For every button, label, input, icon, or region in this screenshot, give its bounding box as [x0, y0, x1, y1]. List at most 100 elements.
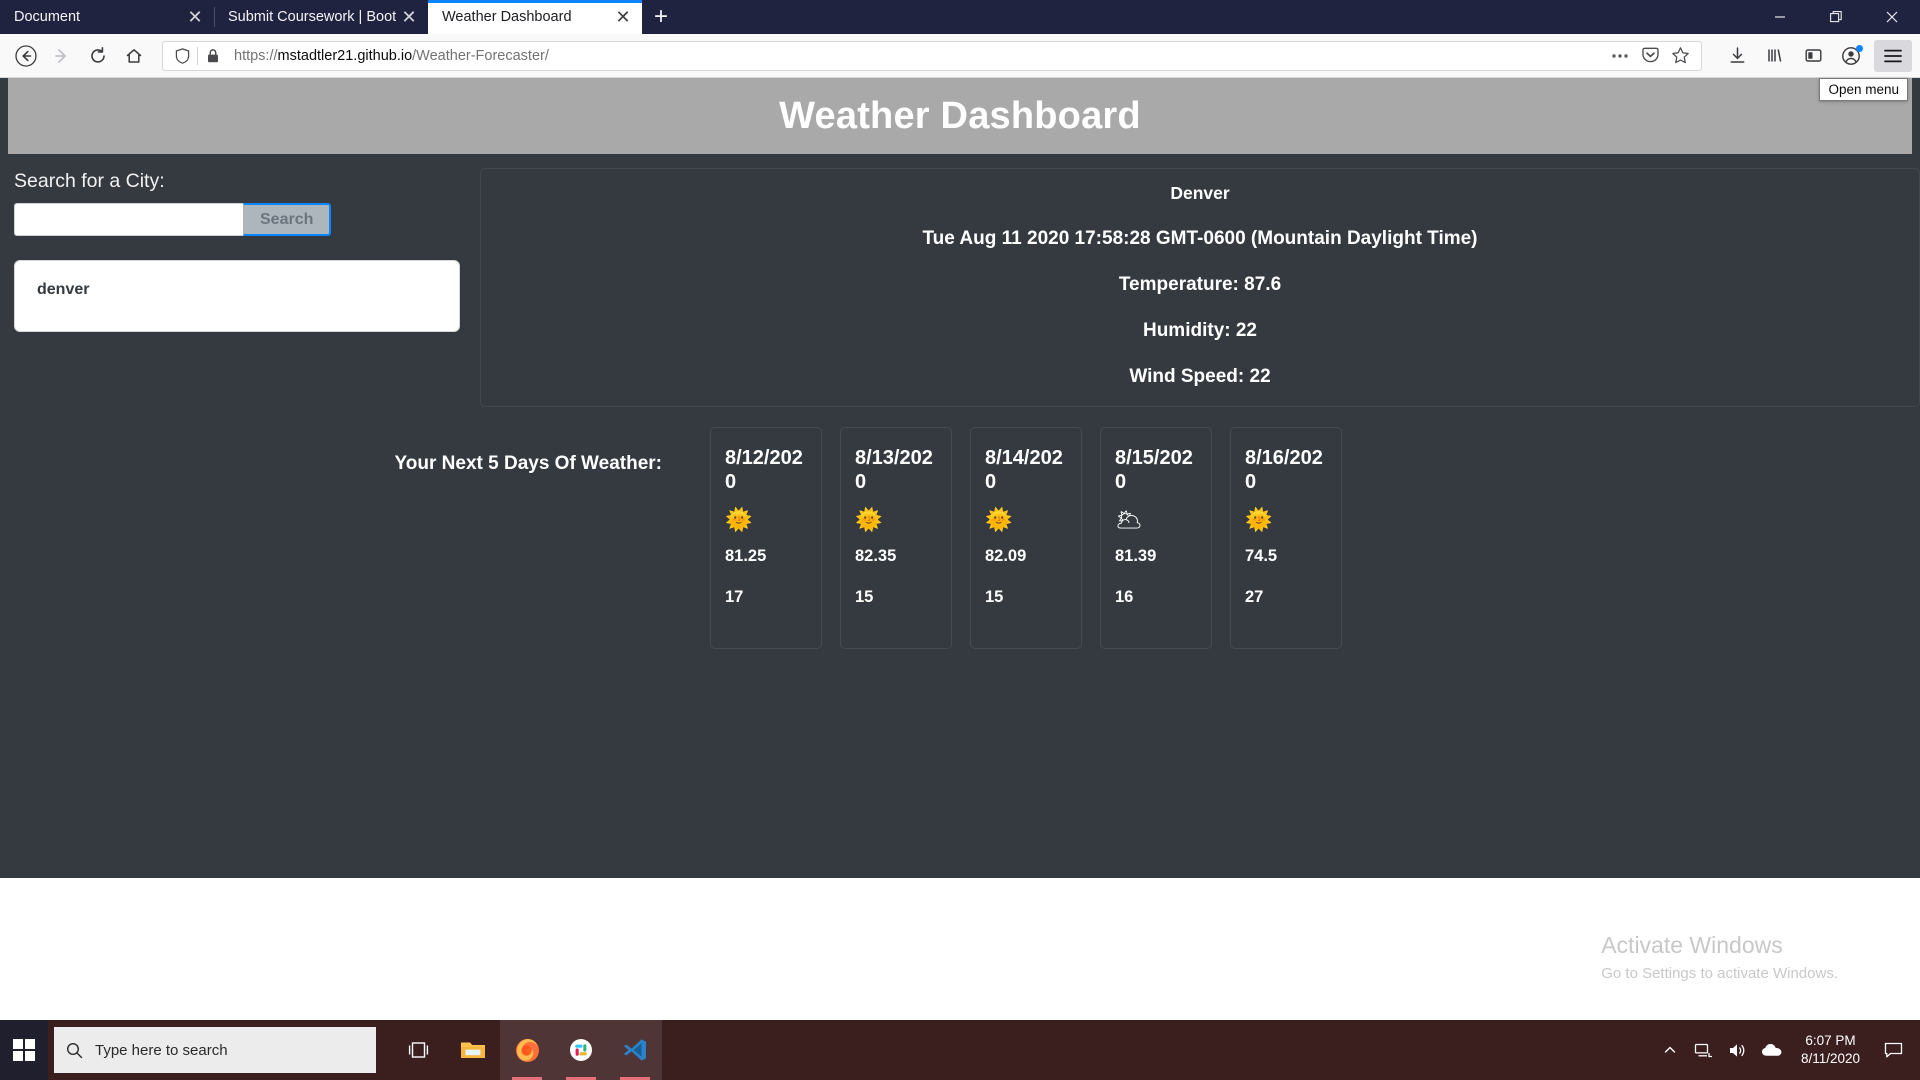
- watermark-title: Activate Windows: [1601, 932, 1783, 959]
- search-input[interactable]: [14, 203, 244, 236]
- tab-label: Weather Dashboard: [442, 9, 572, 25]
- tab-close-icon[interactable]: ✕: [610, 4, 636, 30]
- forecast-temperature: 81.25: [725, 546, 767, 565]
- taskbar-clock[interactable]: 6:07 PM 8/11/2020: [1789, 1032, 1872, 1068]
- url-host: mstadtler21.github.io: [277, 47, 413, 64]
- browser-tab-document[interactable]: Document ✕: [0, 0, 214, 34]
- watermark-subtitle: Go to Settings to activate Windows.: [1601, 965, 1838, 982]
- action-center-icon[interactable]: [1872, 1020, 1914, 1080]
- task-view-icon[interactable]: [392, 1020, 446, 1080]
- back-button-icon[interactable]: [8, 39, 44, 73]
- forecast-temperature: 74.5: [1245, 546, 1278, 565]
- browser-toolbar-right: [1718, 39, 1912, 73]
- file-explorer-icon[interactable]: [446, 1020, 500, 1080]
- search-icon: [66, 1042, 83, 1059]
- forecast-card: 8/14/2020 🌞 82.09 15: [970, 427, 1082, 649]
- open-menu-tooltip: Open menu: [1819, 78, 1908, 101]
- volume-icon[interactable]: [1721, 1020, 1755, 1080]
- sidebar-icon[interactable]: [1794, 39, 1832, 73]
- minimize-button[interactable]: [1752, 0, 1808, 34]
- new-tab-button[interactable]: +: [642, 0, 680, 34]
- tab-strip: Document ✕ Submit Coursework | Bootcamp …: [0, 0, 680, 34]
- page-title: Weather Dashboard: [779, 94, 1141, 137]
- download-icon[interactable]: [1718, 39, 1756, 73]
- page-viewport: Weather Dashboard Search for a City: Sea…: [0, 78, 1920, 1020]
- clock-time: 6:07 PM: [1805, 1032, 1856, 1048]
- taskbar-app-icons: [392, 1020, 662, 1080]
- weather-app-root: Weather Dashboard Search for a City: Sea…: [0, 78, 1920, 878]
- firefox-icon[interactable]: [500, 1020, 554, 1080]
- slack-icon[interactable]: [554, 1020, 608, 1080]
- cloud-icon: 🌥: [1115, 506, 1143, 532]
- library-icon[interactable]: [1756, 39, 1794, 73]
- hamburger-menu-icon[interactable]: [1874, 39, 1912, 72]
- home-button-icon[interactable]: [116, 39, 152, 73]
- forecast-date: 8/16/2020: [1245, 447, 1323, 494]
- forecast-temperature: 82.35: [855, 546, 897, 565]
- vscode-icon[interactable]: [608, 1020, 662, 1080]
- account-icon[interactable]: [1832, 39, 1870, 73]
- taskbar-search-box[interactable]: Type here to search: [54, 1027, 376, 1073]
- bookmark-star-icon[interactable]: [1665, 39, 1695, 73]
- shield-icon[interactable]: [169, 47, 195, 64]
- forecast-date: 8/13/2020: [855, 447, 933, 494]
- windows-taskbar: Type here to search 6:07 PM 8/11/2020: [0, 1020, 1920, 1080]
- url-action-buttons: [1605, 39, 1695, 73]
- current-weather-panel: Denver Tue Aug 11 2020 17:58:28 GMT-0600…: [480, 168, 1920, 407]
- forward-button-icon[interactable]: [44, 39, 80, 73]
- network-icon[interactable]: [1687, 1020, 1721, 1080]
- forecast-heading: Your Next 5 Days Of Weather:: [394, 453, 662, 474]
- windows-logo-icon: [12, 1038, 36, 1062]
- current-temperature: Temperature: 87.6: [1118, 274, 1282, 295]
- current-humidity: Humidity: 22: [1142, 320, 1258, 341]
- pocket-icon[interactable]: [1635, 39, 1665, 73]
- restore-button[interactable]: [1808, 0, 1864, 34]
- clock-date: 8/11/2020: [1800, 1051, 1860, 1066]
- forecast-humidity: 16: [1115, 587, 1134, 606]
- close-button[interactable]: [1864, 0, 1920, 34]
- current-datetime: Tue Aug 11 2020 17:58:28 GMT-0600 (Mount…: [922, 228, 1478, 249]
- list-item[interactable]: denver: [37, 281, 437, 299]
- taskbar-search-placeholder: Type here to search: [95, 1041, 228, 1059]
- sun-icon: 🌞: [1245, 506, 1273, 532]
- forecast-humidity: 15: [855, 587, 874, 606]
- forecast-humidity: 27: [1245, 587, 1264, 606]
- reload-button-icon[interactable]: [80, 39, 116, 73]
- url-divider: [197, 46, 198, 65]
- tab-close-icon[interactable]: ✕: [182, 4, 208, 30]
- forecast-humidity: 17: [725, 587, 744, 606]
- browser-window: Document ✕ Submit Coursework | Bootcamp …: [0, 0, 1920, 1020]
- search-button[interactable]: Search: [243, 203, 332, 236]
- sun-icon: 🌞: [725, 506, 753, 532]
- url-scheme: https://: [234, 47, 278, 64]
- main-row: Search for a City: Search denver Denver …: [0, 154, 1920, 407]
- forecast-temperature: 81.39: [1115, 546, 1157, 565]
- search-history-list: denver: [14, 260, 460, 332]
- browser-tab-weather-dashboard[interactable]: Weather Dashboard ✕: [428, 0, 642, 34]
- browser-titlebar: Document ✕ Submit Coursework | Bootcamp …: [0, 0, 1920, 34]
- url-text[interactable]: https://mstadtler21.github.io/Weather-Fo…: [226, 48, 1605, 64]
- account-notification-dot: [1856, 44, 1863, 52]
- url-path: /Weather-Forecaster/: [412, 47, 549, 64]
- address-bar[interactable]: https://mstadtler21.github.io/Weather-Fo…: [162, 39, 1702, 73]
- sun-icon: 🌞: [985, 506, 1013, 532]
- current-city: Denver: [1170, 183, 1230, 203]
- forecast-card-list: 8/12/2020 🌞 81.25 17 8/13/2020 🌞 82.35 1…: [710, 427, 1342, 649]
- forecast-card: 8/15/2020 🌥 81.39 16: [1100, 427, 1212, 649]
- browser-navigation-bar: https://mstadtler21.github.io/Weather-Fo…: [0, 34, 1920, 78]
- show-hidden-icons-chevron-icon[interactable]: [1653, 1020, 1687, 1080]
- forecast-date: 8/14/2020: [985, 447, 1063, 494]
- lock-icon[interactable]: [200, 48, 226, 64]
- tab-label: Submit Coursework | Bootcamp Sp: [228, 9, 396, 25]
- page-actions-ellipsis-icon[interactable]: [1605, 39, 1635, 73]
- onedrive-icon[interactable]: [1755, 1020, 1789, 1080]
- forecast-temperature: 82.09: [985, 546, 1027, 565]
- forecast-card: 8/13/2020 🌞 82.35 15: [840, 427, 952, 649]
- tab-close-icon[interactable]: ✕: [396, 4, 422, 30]
- activate-windows-watermark: Activate Windows Go to Settings to activ…: [1601, 931, 1838, 984]
- forecast-date: 8/12/2020: [725, 447, 803, 494]
- start-button[interactable]: [0, 1020, 48, 1080]
- forecast-row: Your Next 5 Days Of Weather: 8/12/2020 🌞…: [0, 427, 1920, 649]
- search-group: Search: [14, 203, 480, 236]
- browser-tab-submit-coursework[interactable]: Submit Coursework | Bootcamp Sp ✕: [214, 0, 428, 34]
